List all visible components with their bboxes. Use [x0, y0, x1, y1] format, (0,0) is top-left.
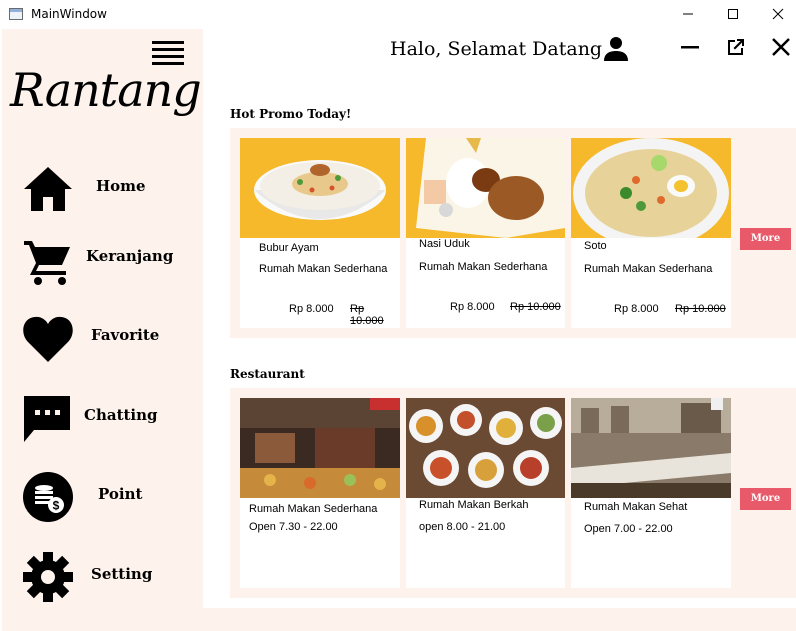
- restaurant-panel: Rumah Makan Sederhana Open 7.30 - 22.00 …: [230, 388, 796, 598]
- promo-restaurant-name: Rumah Makan Sederhana: [259, 263, 388, 275]
- promo-card[interactable]: Bubur Ayam Rumah Makan Sederhana Rp 8.00…: [240, 138, 400, 328]
- promo-food-name: Soto: [584, 240, 607, 252]
- window-maximize-button[interactable]: [710, 0, 756, 29]
- close-icon: [772, 8, 784, 20]
- restaurant-section-title: Restaurant: [230, 367, 305, 381]
- sidebar-item-chatting[interactable]: Chatting: [2, 386, 203, 446]
- window-titlebar: MainWindow: [0, 0, 796, 29]
- restaurant-name: Rumah Makan Sehat: [584, 501, 688, 513]
- menu-bar: [152, 41, 184, 44]
- restaurant-hours: Open 7.00 - 22.00: [584, 523, 673, 535]
- menu-bar: [152, 48, 184, 51]
- sidebar-item-favorite[interactable]: Favorite: [2, 306, 203, 366]
- sidebar: Rantang Home Keranjang Favorite Chatting: [2, 29, 203, 631]
- promo-price: Rp 8.000: [614, 303, 659, 315]
- restaurant-hours: Open 7.30 - 22.00: [249, 521, 338, 533]
- menu-bar: [152, 55, 184, 58]
- sidebar-item-label: Keranjang: [86, 247, 174, 265]
- promo-panel: Bubur Ayam Rumah Makan Sederhana Rp 8.00…: [230, 128, 796, 338]
- promo-more-button[interactable]: More: [740, 228, 791, 250]
- restaurant-image-sederhana: [240, 398, 400, 498]
- restaurant-image-sehat: [571, 398, 731, 498]
- app-minimize-button[interactable]: [679, 36, 701, 58]
- sidebar-item-label: Home: [96, 177, 146, 195]
- greeting-text: Halo, Selamat Datang: [390, 38, 603, 60]
- promo-restaurant-name: Rumah Makan Sederhana: [584, 263, 713, 275]
- gear-icon: [23, 552, 73, 602]
- home-icon: [24, 167, 72, 211]
- sidebar-item-label: Point: [98, 485, 143, 503]
- promo-old-price: Rp 10.000: [510, 301, 561, 313]
- promo-food-name: Bubur Ayam: [259, 242, 319, 254]
- chat-icon: [24, 396, 70, 442]
- app-window-icon: [9, 8, 23, 20]
- restaurant-image-berkah: [406, 398, 565, 498]
- promo-price: Rp 8.000: [450, 301, 495, 313]
- sidebar-item-keranjang[interactable]: Keranjang: [2, 227, 203, 287]
- promo-food-name: Nasi Uduk: [419, 238, 470, 250]
- promo-old-price: Rp 10.000: [675, 303, 726, 315]
- promo-old-price: Rp 10.000: [350, 303, 384, 327]
- user-icon[interactable]: [603, 36, 629, 62]
- app-logo: Rantang: [10, 63, 202, 117]
- promo-price: Rp 8.000: [289, 303, 334, 315]
- restaurant-name: Rumah Makan Sederhana: [249, 503, 378, 515]
- restaurant-card[interactable]: Rumah Makan Sederhana Open 7.30 - 22.00: [240, 398, 400, 588]
- sidebar-item-point[interactable]: $ Point: [2, 465, 203, 525]
- coins-icon: $: [23, 472, 73, 522]
- svg-text:$: $: [53, 499, 60, 513]
- promo-section-title: Hot Promo Today!: [230, 107, 352, 121]
- restaurant-card[interactable]: Rumah Makan Sehat Open 7.00 - 22.00: [571, 398, 731, 588]
- food-image-soto: [571, 138, 731, 238]
- promo-card[interactable]: Soto Rumah Makan Sederhana Rp 8.000 Rp 1…: [571, 138, 731, 328]
- sidebar-item-label: Setting: [91, 565, 153, 583]
- window-title: MainWindow: [31, 7, 107, 21]
- sidebar-item-label: Chatting: [84, 406, 158, 424]
- bottom-strip: [203, 608, 796, 631]
- restaurant-more-button[interactable]: More: [740, 488, 791, 510]
- cart-icon: [24, 241, 70, 285]
- sidebar-item-label: Favorite: [91, 326, 160, 344]
- sidebar-item-home[interactable]: Home: [2, 157, 203, 217]
- minimize-icon: [683, 13, 693, 15]
- food-image-nasi-uduk: [406, 138, 565, 238]
- promo-card[interactable]: Nasi Uduk Rumah Makan Sederhana Rp 8.000…: [406, 138, 565, 328]
- restaurant-card[interactable]: Rumah Makan Berkah open 8.00 - 21.00: [406, 398, 565, 588]
- window-close-button[interactable]: [755, 0, 796, 29]
- maximize-icon: [728, 9, 738, 19]
- sidebar-item-setting[interactable]: Setting: [2, 545, 203, 605]
- heart-icon: [23, 316, 73, 362]
- restaurant-hours: open 8.00 - 21.00: [419, 521, 506, 533]
- open-external-button[interactable]: [725, 36, 747, 58]
- promo-restaurant-name: Rumah Makan Sederhana: [419, 261, 548, 273]
- window-minimize-button[interactable]: [665, 0, 711, 29]
- food-image-bubur-ayam: [240, 138, 400, 238]
- restaurant-name: Rumah Makan Berkah: [419, 499, 529, 511]
- app-close-button[interactable]: [770, 36, 792, 58]
